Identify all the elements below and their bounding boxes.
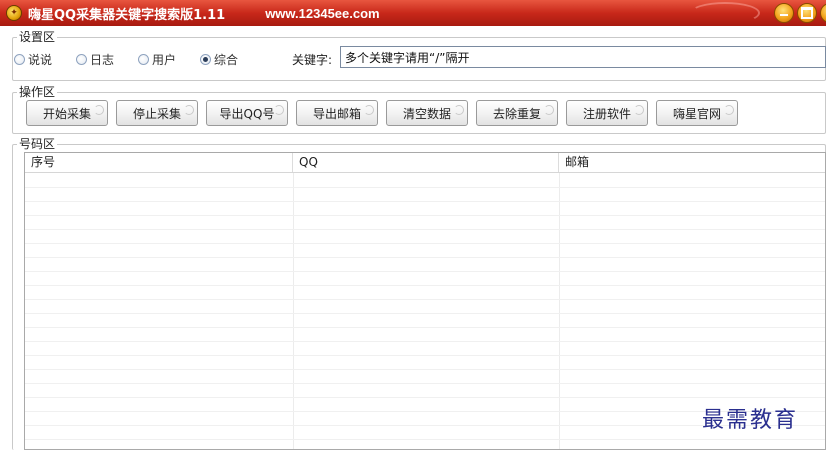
empty-row-line: [25, 383, 825, 384]
empty-row-line: [25, 201, 825, 202]
keyword-input[interactable]: [340, 46, 826, 68]
start-collect-button[interactable]: 开始采集: [26, 100, 108, 126]
column-header-index[interactable]: 序号: [25, 153, 293, 172]
button-label: 注册软件: [582, 106, 631, 121]
window-url: www.12345ee.com: [265, 5, 380, 21]
swirl-icon: [454, 105, 464, 115]
operations-group-title: 操作区: [17, 85, 58, 99]
radio-dot-icon: [76, 53, 88, 65]
column-header-qq[interactable]: QQ: [293, 153, 559, 172]
radio-label: 综合: [214, 52, 239, 67]
empty-row-line: [25, 313, 825, 314]
close-button[interactable]: [820, 3, 826, 23]
empty-row-line: [25, 397, 825, 398]
title-bar[interactable]: ✦ 嗨星QQ采集器关键字搜索版1.11 www.12345ee.com: [0, 0, 826, 26]
empty-row-line: [25, 257, 825, 258]
empty-row-line: [25, 215, 825, 216]
empty-row-line: [25, 299, 825, 300]
empty-row-line: [25, 327, 825, 328]
radio-dot-icon: [138, 53, 150, 65]
radio-label: 说说: [28, 52, 53, 67]
radio-dot-icon: [14, 53, 25, 65]
button-label: 嗨星官网: [672, 106, 721, 121]
export-qq-button[interactable]: 导出QQ号: [206, 100, 288, 126]
numbers-group-title: 号码区: [17, 137, 58, 151]
window-title: 嗨星QQ采集器关键字搜索版1.11: [28, 7, 226, 23]
empty-row-line: [25, 439, 825, 440]
titlebar-decoration: [690, 2, 760, 24]
radio-rizhi[interactable]: 日志: [76, 51, 114, 68]
keyword-label: 关键字:: [292, 53, 333, 67]
empty-row-line: [25, 341, 825, 342]
swirl-icon: [184, 105, 194, 115]
radio-label: 用户: [152, 52, 177, 67]
empty-row-line: [25, 369, 825, 370]
empty-row-line: [25, 187, 825, 188]
export-email-button[interactable]: 导出邮箱: [296, 100, 378, 126]
empty-row-line: [25, 243, 825, 244]
radio-yonghu[interactable]: 用户: [138, 51, 176, 68]
button-label: 停止采集: [132, 106, 181, 121]
minimize-button[interactable]: [774, 3, 794, 23]
empty-row-line: [25, 271, 825, 272]
watermark-text: 最需教育: [702, 408, 799, 433]
official-site-button[interactable]: 嗨星官网: [656, 100, 738, 126]
maximize-button[interactable]: [797, 3, 817, 23]
button-label: 开始采集: [42, 106, 91, 121]
swirl-icon: [634, 105, 644, 115]
app-logo-icon: ✦: [6, 5, 22, 21]
empty-row-line: [25, 229, 825, 230]
remove-duplicates-button[interactable]: 去除重复: [476, 100, 558, 126]
button-label: 清空数据: [402, 106, 451, 121]
mode-radio-group: 说说 日志 用户 综合: [14, 49, 262, 69]
clear-data-button[interactable]: 清空数据: [386, 100, 468, 126]
stop-collect-button[interactable]: 停止采集: [116, 100, 198, 126]
swirl-icon: [544, 105, 554, 115]
register-software-button[interactable]: 注册软件: [566, 100, 648, 126]
button-label: 去除重复: [492, 106, 541, 121]
swirl-icon: [364, 105, 374, 115]
radio-label: 日志: [90, 52, 115, 67]
settings-group-title: 设置区: [17, 30, 58, 44]
table-header: 序号 QQ 邮箱: [25, 153, 825, 173]
button-label: 导出邮箱: [312, 106, 361, 121]
swirl-icon: [94, 105, 104, 115]
radio-dot-icon: [200, 53, 212, 65]
radio-zonghe[interactable]: 综合: [200, 51, 238, 68]
button-label: 导出QQ号: [219, 106, 275, 121]
column-header-email[interactable]: 邮箱: [559, 153, 825, 172]
empty-row-line: [25, 355, 825, 356]
swirl-icon: [274, 105, 284, 115]
empty-row-line: [25, 285, 825, 286]
radio-shuoshuo[interactable]: 说说: [14, 51, 52, 68]
swirl-icon: [724, 105, 734, 115]
